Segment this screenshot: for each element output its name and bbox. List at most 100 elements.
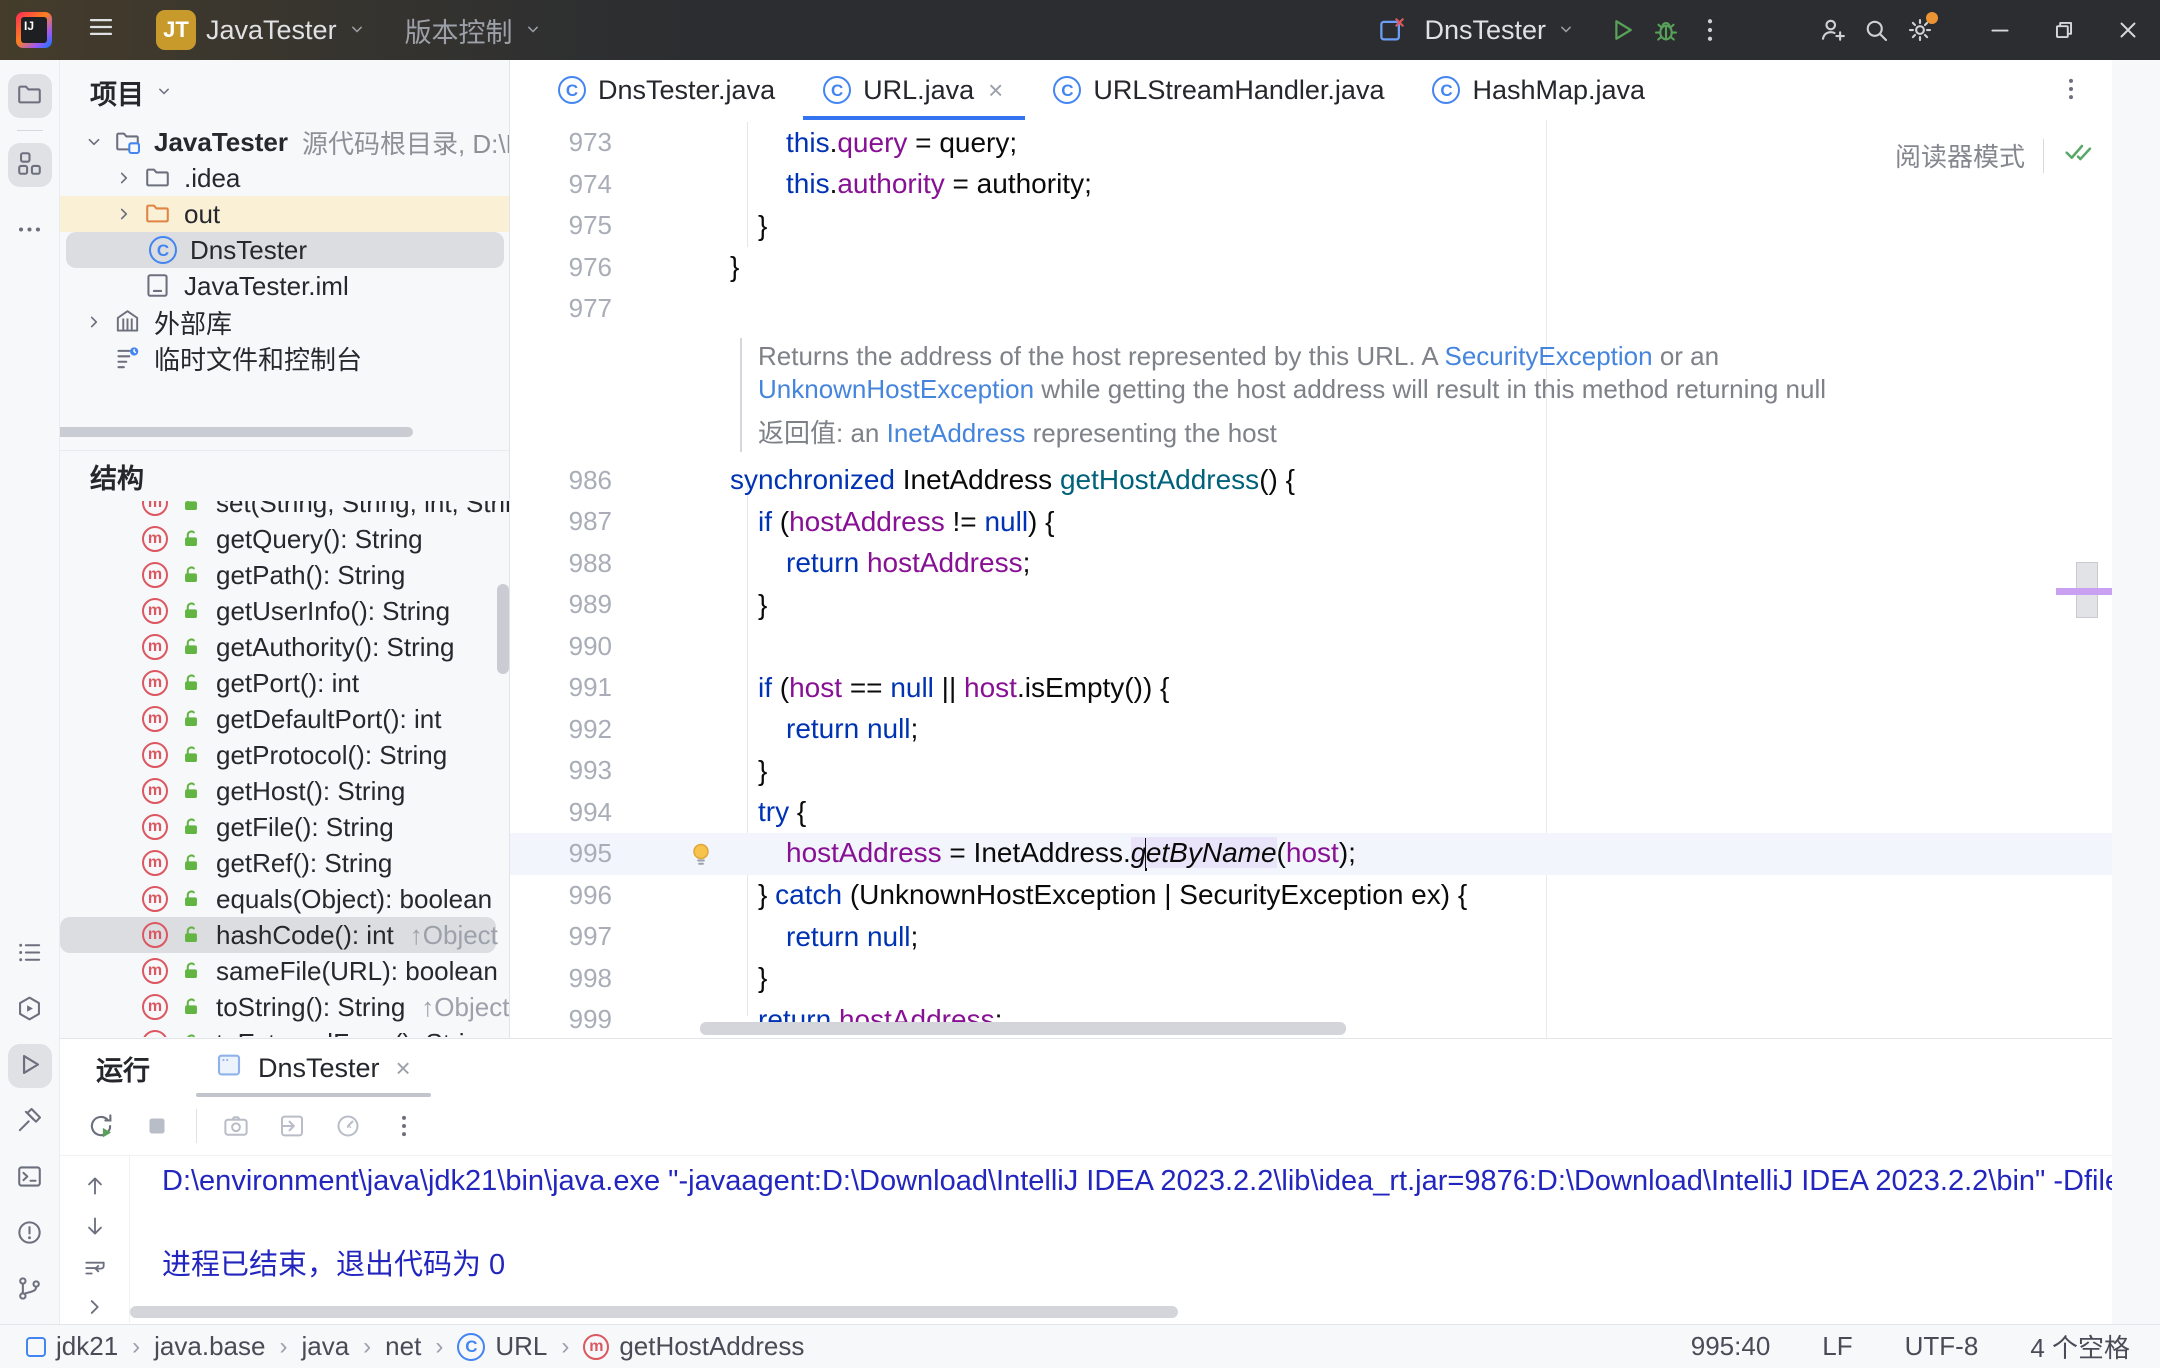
breadcrumb-java[interactable]: java	[301, 1331, 349, 1362]
tree-item-JavaTester.iml[interactable]: JavaTester.iml	[60, 268, 510, 304]
editor-horizontal-scrollbar[interactable]	[700, 1022, 1346, 1035]
tree-item-外部库[interactable]: 外部库	[60, 304, 510, 340]
next-occurrence-button[interactable]	[78, 1211, 112, 1243]
structure-item-hashCode[interactable]: mhashCode(): int↑Object	[60, 917, 496, 953]
code-line-994[interactable]: 994try {	[510, 792, 2112, 834]
structure-item-set[interactable]: mset(String, String, int, String, String…	[60, 501, 510, 521]
code-line-996[interactable]: 996} catch (UnknownHostException | Secur…	[510, 875, 2112, 917]
code-with-me-button[interactable]	[1810, 8, 1854, 52]
stop-button[interactable]	[134, 1103, 180, 1149]
more-options-button[interactable]	[381, 1103, 427, 1149]
minimize-button[interactable]	[1968, 0, 2032, 60]
project-toolwindow-button[interactable]	[8, 74, 52, 118]
restore-button[interactable]	[2032, 0, 2096, 60]
git-toolwindow-button[interactable]	[8, 1268, 52, 1312]
todo-toolwindow-button[interactable]	[8, 932, 52, 976]
chevron-right-icon[interactable]	[108, 167, 140, 189]
coverage-button[interactable]	[325, 1103, 371, 1149]
code-line-975[interactable]: 975}	[510, 205, 2112, 247]
build-toolwindow-button[interactable]	[8, 1100, 52, 1144]
run-configuration-selector[interactable]: DnsTester	[1414, 7, 1586, 54]
structure-item-getProtocol[interactable]: mgetProtocol(): String	[60, 737, 510, 773]
soft-wrap-button[interactable]	[78, 1251, 112, 1283]
code-line-998[interactable]: 998}	[510, 958, 2112, 1000]
breadcrumb-URL[interactable]: CURL	[457, 1331, 547, 1362]
status-widget-995:40[interactable]: 995:40	[1691, 1331, 1771, 1362]
run-toolwindow-button[interactable]	[8, 1044, 52, 1088]
close-icon[interactable]: ×	[394, 1051, 413, 1086]
code-line-987[interactable]: 987if (hostAddress != null) {	[510, 501, 2112, 543]
run-tab-dnstester[interactable]: DnsTester ×	[196, 1039, 431, 1097]
code-line-989[interactable]: 989}	[510, 584, 2112, 626]
tree-item-.idea[interactable]: .idea	[60, 160, 510, 196]
rerun-button[interactable]	[78, 1103, 124, 1149]
thread-dump-button[interactable]	[213, 1103, 259, 1149]
intention-bulb-icon[interactable]	[630, 839, 730, 869]
tree-item-DnsTester[interactable]: CDnsTester	[66, 232, 504, 268]
structure-item-equals[interactable]: mequals(Object): boolean↑Object	[60, 881, 510, 917]
run-console[interactable]: D:\environment\java\jdk21\bin\java.exe "…	[60, 1155, 2112, 1323]
problems-toolwindow-button[interactable]	[8, 1212, 52, 1256]
chevron-right-icon[interactable]	[78, 311, 110, 333]
inspections-ok-icon[interactable]	[2062, 136, 2094, 175]
structure-item-getPort[interactable]: mgetPort(): int	[60, 665, 510, 701]
prev-occurrence-button[interactable]	[78, 1170, 112, 1202]
settings-button[interactable]	[1898, 8, 1942, 52]
code-line-997[interactable]: 997return null;	[510, 916, 2112, 958]
doc-link[interactable]: SecurityException	[1445, 341, 1653, 371]
structure-item-getDefaultPort[interactable]: mgetDefaultPort(): int	[60, 701, 510, 737]
code-line-973[interactable]: 973this.query = query;	[510, 122, 2112, 164]
structure-vertical-scrollbar[interactable]	[497, 584, 509, 674]
reader-mode-widget[interactable]: 阅读器模式	[1895, 136, 2094, 175]
expand-icon[interactable]	[78, 1292, 112, 1324]
run-button[interactable]	[1600, 8, 1644, 52]
tab-list-icon[interactable]	[2056, 74, 2086, 107]
status-widget-LF[interactable]: LF	[1822, 1331, 1852, 1362]
code-line-974[interactable]: 974this.authority = authority;	[510, 164, 2112, 206]
close-button[interactable]	[2096, 0, 2160, 60]
structure-item-getRef[interactable]: mgetRef(): String	[60, 845, 510, 881]
vcs-widget[interactable]: 版本控制	[395, 3, 553, 58]
breadcrumb-java.base[interactable]: java.base	[154, 1331, 265, 1362]
code-line-977[interactable]: 977	[510, 288, 2112, 330]
code-line-988[interactable]: 988return hostAddress;	[510, 543, 2112, 585]
search-everywhere-button[interactable]	[1854, 8, 1898, 52]
doc-link[interactable]: UnknownHostException	[758, 374, 1034, 404]
project-panel-header[interactable]: 项目	[60, 60, 510, 124]
tab-URLStreamHandler.java[interactable]: CURLStreamHandler.java	[1029, 60, 1408, 120]
tab-DnsTester.java[interactable]: CDnsTester.java	[534, 60, 799, 120]
structure-item-toString[interactable]: mtoString(): String↑Object	[60, 989, 510, 1025]
breadcrumb-getHostAddress[interactable]: mgetHostAddress	[583, 1331, 804, 1362]
code-line-990[interactable]: 990	[510, 626, 2112, 668]
structure-item-sameFile[interactable]: msameFile(URL): boolean	[60, 953, 510, 989]
tree-item-out[interactable]: out	[60, 196, 510, 232]
tab-URL.java[interactable]: CURL.java×	[799, 60, 1029, 120]
close-icon[interactable]: ×	[986, 73, 1005, 108]
tree-item-临时文件和控制台[interactable]: 临时文件和控制台	[60, 340, 510, 376]
services-toolwindow-button[interactable]	[8, 988, 52, 1032]
structure-item-getQuery[interactable]: mgetQuery(): String	[60, 521, 510, 557]
console-horizontal-scrollbar[interactable]	[130, 1306, 1178, 1318]
project-selector[interactable]: JavaTester	[196, 7, 377, 54]
structure-item-getAuthority[interactable]: mgetAuthority(): String	[60, 629, 510, 665]
status-widget-UTF-8[interactable]: UTF-8	[1905, 1331, 1979, 1362]
tree-item-JavaTester[interactable]: JavaTester源代码根目录, D:\Desktop\J	[60, 124, 510, 160]
status-widget-4[interactable]: 4 个空格	[2030, 1328, 2130, 1365]
project-horizontal-scrollbar[interactable]	[60, 427, 413, 437]
chevron-down-icon[interactable]	[78, 131, 110, 153]
breadcrumb-jdk21[interactable]: jdk21	[26, 1331, 118, 1362]
code-line-991[interactable]: 991if (host == null || host.isEmpty()) {	[510, 667, 2112, 709]
code-line-976[interactable]: 976}	[510, 247, 2112, 289]
code-line-993[interactable]: 993}	[510, 750, 2112, 792]
code-line-992[interactable]: 992return null;	[510, 709, 2112, 751]
more-toolwindows-button[interactable]	[8, 209, 52, 253]
tab-HashMap.java[interactable]: CHashMap.java	[1408, 60, 1669, 120]
code-line-995[interactable]: 995hostAddress = InetAddress.getByName(h…	[510, 833, 2112, 875]
structure-item-toExternalForm[interactable]: mtoExternalForm(): String	[60, 1025, 510, 1037]
doc-link[interactable]: InetAddress	[887, 418, 1026, 448]
restore-layout-button[interactable]	[269, 1103, 315, 1149]
main-menu-button[interactable]	[76, 4, 126, 57]
code-viewport[interactable]: 973this.query = query;974this.authority …	[510, 120, 2112, 1038]
more-actions-button[interactable]	[1688, 8, 1732, 52]
breadcrumb-net[interactable]: net	[385, 1331, 421, 1362]
